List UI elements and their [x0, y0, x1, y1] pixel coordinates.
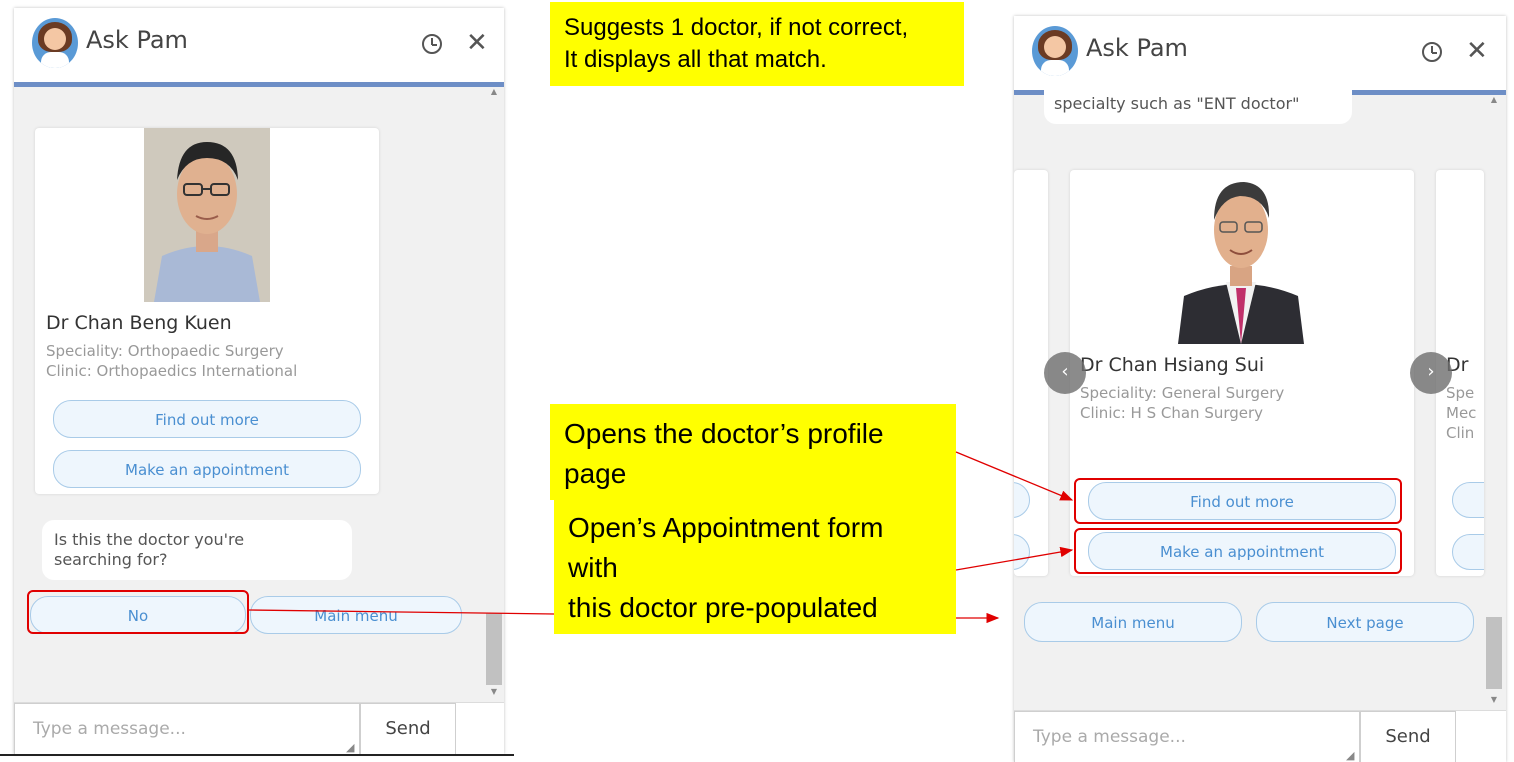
- scroll-up-icon[interactable]: ▲: [486, 87, 502, 97]
- annotation-appointment: Open’s Appointment form with this doctor…: [554, 500, 956, 634]
- annotation-suggests-line-1: Suggests 1 doctor, if not correct,: [564, 14, 909, 41]
- message-input[interactable]: Type a message...: [14, 703, 360, 754]
- doctor-speciality: Speciality: Orthopaedic Surgery: [46, 342, 284, 360]
- previous-bubble: specialty such as "ENT doctor": [1044, 84, 1352, 124]
- next-card-line-2: Mec: [1446, 404, 1477, 422]
- input-bar: Type a message... ◢ Send: [1014, 710, 1506, 762]
- clock-icon[interactable]: [422, 34, 442, 54]
- annotation-appointment-line-2: with: [568, 552, 618, 583]
- scroll-thumb[interactable]: [1486, 617, 1502, 689]
- highlight-find-out-more: [1074, 478, 1402, 524]
- chat-title: Ask Pam: [1086, 34, 1188, 62]
- doctor-name: Dr Chan Hsiang Sui: [1080, 354, 1265, 376]
- scroll-down-icon[interactable]: ▼: [1486, 695, 1502, 705]
- send-button[interactable]: Send: [360, 703, 456, 754]
- input-bar: Type a message... ◢ Send: [14, 702, 504, 754]
- doctor-speciality: Speciality: General Surgery: [1080, 384, 1285, 402]
- find-out-more-button[interactable]: Find out more: [53, 400, 361, 438]
- next-page-button[interactable]: Next page: [1256, 602, 1474, 642]
- chat-title: Ask Pam: [86, 26, 188, 54]
- message-input[interactable]: Type a message...: [1014, 711, 1360, 762]
- next-card-button[interactable]: [1452, 482, 1484, 518]
- question-line-1: Is this the doctor you're: [54, 530, 245, 549]
- annotation-suggests: Suggests 1 doctor, if not correct, It di…: [550, 2, 964, 86]
- prev-card-edge: [1014, 170, 1048, 576]
- doctor-name: Dr Chan Beng Kuen: [46, 312, 232, 334]
- scroll-up-icon[interactable]: ▲: [1486, 95, 1502, 105]
- scroll-thumb[interactable]: [486, 613, 502, 685]
- chevron-right-icon[interactable]: ›: [1410, 352, 1452, 394]
- divider-line: [0, 754, 514, 756]
- right-chat-window: Ask Pam ✕ ▲ ▼ specialty such as "ENT doc…: [1014, 16, 1506, 762]
- main-menu-button[interactable]: Main menu: [1024, 602, 1242, 642]
- scroll-down-icon[interactable]: ▼: [486, 687, 502, 697]
- next-card-button[interactable]: [1452, 534, 1484, 570]
- prev-card-button[interactable]: [1014, 482, 1030, 518]
- main-menu-button[interactable]: Main menu: [250, 596, 462, 634]
- prev-card-button[interactable]: [1014, 534, 1030, 570]
- scrollbar[interactable]: ▲ ▼: [1486, 95, 1502, 707]
- close-icon[interactable]: ✕: [1466, 38, 1488, 64]
- resize-grip-icon[interactable]: ◢: [1346, 749, 1354, 762]
- highlight-no-button: [27, 590, 249, 634]
- next-card-line-1: Spe: [1446, 384, 1475, 402]
- chevron-left-icon[interactable]: ‹: [1044, 352, 1086, 394]
- scrollbar[interactable]: ▲ ▼: [486, 87, 502, 699]
- highlight-make-appointment: [1074, 528, 1402, 574]
- previous-bubble-text: specialty such as "ENT doctor": [1054, 94, 1300, 113]
- resize-grip-icon[interactable]: ◢: [346, 741, 354, 754]
- annotation-profile-line-2: page: [564, 458, 627, 489]
- annotation-appointment-line-1: Open’s Appointment form: [568, 512, 884, 543]
- doctor-clinic: Clinic: H S Chan Surgery: [1080, 404, 1264, 422]
- doctor-photo: [144, 128, 270, 302]
- next-card-line-3: Clin: [1446, 424, 1475, 442]
- avatar-icon: [1032, 26, 1078, 76]
- question-bubble: Is this the doctor you're searching for?: [42, 520, 352, 580]
- annotation-suggests-line-2: It displays all that match.: [564, 46, 827, 73]
- doctor-clinic: Clinic: Orthopaedics International: [46, 362, 298, 380]
- make-appointment-button[interactable]: Make an appointment: [53, 450, 361, 488]
- doctor-photo: [1178, 170, 1304, 344]
- left-chat-window: Ask Pam ✕ ▲ ▼ Dr Chan Beng Kuen Speciali…: [14, 8, 504, 754]
- avatar-icon: [32, 18, 78, 68]
- question-line-2: searching for?: [54, 550, 168, 569]
- send-button[interactable]: Send: [1360, 711, 1456, 762]
- annotation-appointment-line-3: this doctor pre-populated: [568, 592, 878, 623]
- doctor-card: Dr Chan Beng Kuen Speciality: Orthopaedi…: [35, 128, 379, 494]
- clock-icon[interactable]: [1422, 42, 1442, 62]
- close-icon[interactable]: ✕: [466, 30, 488, 56]
- annotation-profile: Opens the doctor’s profile page: [550, 404, 956, 500]
- annotation-profile-line-1: Opens the doctor’s profile: [564, 418, 884, 449]
- chat-header: Ask Pam ✕: [14, 8, 504, 87]
